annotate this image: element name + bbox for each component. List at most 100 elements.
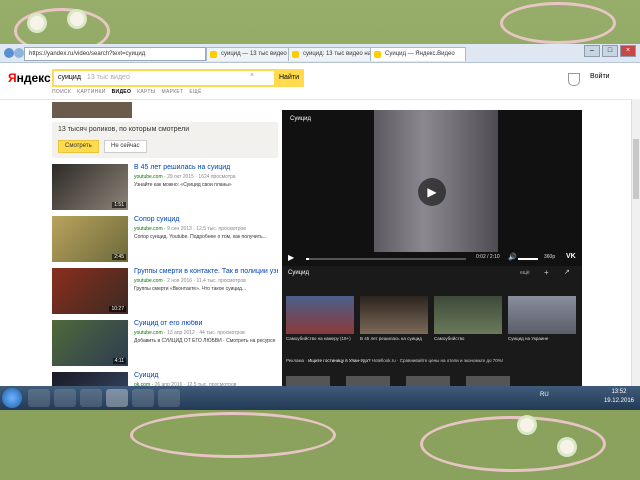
clock[interactable]: 13:52 19.12.2016 [604,388,634,406]
video-meta: youtube.com · 2 ноя 2016 · 11,4 тыс. про… [134,278,246,284]
list-item[interactable]: 1:51 В 45 лет решилась на суицид youtube… [52,164,278,216]
time-display: 0:02 / 2:10 [476,254,500,260]
clear-search-icon[interactable]: × [250,72,254,79]
video-title[interactable]: Суицид [134,372,278,379]
video-meta: youtube.com · 29 окт 2015 · 1624 просмот… [134,174,236,180]
services-nav: ПОИСК КАРТИНКИ ВИДЕО КАРТЫ МАРКЕТ ЕЩЁ [52,89,202,95]
video-thumbnail[interactable]: 1:51 [52,164,128,210]
filter-title: 13 тысяч роликов, по которым смотрели [58,126,190,133]
search-placeholder: 13 тыс видео [86,74,130,81]
service-market[interactable]: МАРКЕТ [161,89,183,95]
folder-taskbar-icon[interactable] [54,389,76,407]
decorative-flower [70,12,84,26]
related-card[interactable]: Суицид на Украине [508,296,576,348]
list-item[interactable]: 10:27 Группы смерти в контакте. Так в по… [52,268,278,320]
related-thumbnail[interactable] [360,296,428,334]
player-controls: ▶ 0:02 / 2:10 🔊 360p VK [282,252,582,266]
word-taskbar-icon[interactable] [158,389,180,407]
search-input[interactable]: суицид 13 тыс видео [52,69,280,87]
service-more[interactable]: ЕЩЁ [189,89,201,95]
related-title[interactable]: Суицид на Украине [508,336,576,348]
video-meta: youtube.com · 9 сен 2013 · 12,5 тыс. про… [134,226,246,232]
related-thumbnail[interactable] [286,296,354,334]
related-title[interactable]: В 45 лет решилась на суицид [360,336,428,348]
decorative-swirl [420,416,606,472]
video-title[interactable]: Группы смерти в контакте. Так в полиции … [134,268,278,275]
minimize-button[interactable]: – [584,45,600,57]
tab-bar: https://yandex.ru/video/search?text=суиц… [0,44,640,63]
ad-label: Реклама [286,358,305,363]
address-bar[interactable]: https://yandex.ru/video/search?text=суиц… [24,47,206,61]
window-controls: – □ × [584,45,636,57]
start-button[interactable] [2,388,22,408]
service-images[interactable]: КАРТИНКИ [77,89,106,95]
powerpoint-taskbar-icon[interactable] [132,389,154,407]
video-player[interactable]: Суицид ▶ ▶ 0:02 / 2:10 🔊 360p VK [282,110,582,266]
ad-row[interactable]: Реклама · Ищите гостиницу в Улан-Удэ? Ho… [286,358,578,370]
decorative-flower [560,440,574,454]
decorative-swirl [130,412,336,458]
related-thumbnail[interactable] [508,296,576,334]
back-icon[interactable] [4,48,14,58]
list-item[interactable]: 2:45 Сопор суицид youtube.com · 9 сен 20… [52,216,278,268]
service-search[interactable]: ПОИСК [52,89,71,95]
add-icon[interactable]: + [544,268,549,277]
login-link[interactable]: Войти [590,73,610,80]
service-video[interactable]: ВИДЕО [112,89,132,95]
progress-bar[interactable] [306,258,466,260]
video-thumbnail[interactable]: 2:45 [52,216,128,262]
watch-button[interactable]: Смотреть [58,140,99,153]
tab-3[interactable]: Суицид — Яндекс.Видео [370,47,466,61]
play-icon[interactable]: ▶ [288,253,294,262]
language-indicator[interactable]: RU [540,392,549,398]
related-card[interactable]: Самоубийство на камеру (18+) [286,296,354,348]
video-thumbnail[interactable]: 4:11 [52,320,128,366]
shield-icon[interactable] [568,73,580,86]
related-heading: Суицид [288,270,309,276]
quality-selector[interactable]: 360p [544,254,555,260]
page-scrollbar[interactable] [631,99,640,399]
ie-taskbar-icon[interactable] [28,389,50,407]
yandex-header: Яндекс суицид 13 тыс видео × Найти ПОИСК … [0,63,640,100]
browser-taskbar-icon[interactable] [106,389,128,407]
forward-icon[interactable] [14,48,24,58]
decorative-swirl [500,2,616,44]
video-thumbnail[interactable] [52,102,132,118]
yandex-favicon-icon [374,51,381,58]
related-title[interactable]: Самоубийство [434,336,502,348]
scrollbar-thumb[interactable] [633,139,639,199]
taskbar: RU 13:52 19.12.2016 [0,386,640,410]
not-now-button[interactable]: Не сейчас [104,140,147,153]
related-card[interactable]: В 45 лет решилась на суицид [360,296,428,348]
video-title[interactable]: Суицид от его любви [134,320,278,327]
video-description: Добавить в СУИЦИД ОТ ЕГО ЛЮБВИ · Смотрет… [134,338,276,344]
ad-text: Hotellook.ru · Сравнивайте цены на отели… [371,358,504,363]
vk-share-icon[interactable]: VK [566,253,576,260]
service-maps[interactable]: КАРТЫ [137,89,155,95]
related-title[interactable]: Самоубийство на камеру (18+) [286,336,354,348]
volume-icon[interactable]: 🔊 [508,253,517,261]
play-button[interactable]: ▶ [418,178,446,206]
player-title: Суицид [290,116,311,122]
video-meta: youtube.com · 13 апр 2012 · 44 тыс. прос… [134,330,245,336]
maximize-button[interactable]: □ [602,45,618,57]
more-link[interactable]: ещё [520,270,530,276]
share-icon[interactable]: ↗ [564,268,570,276]
yandex-logo[interactable]: Яндекс [8,71,51,85]
close-button[interactable]: × [620,45,636,57]
related-thumbnail[interactable] [434,296,502,334]
media-taskbar-icon[interactable] [80,389,102,407]
yandex-favicon-icon [292,51,299,58]
results-list: 13 тысяч роликов, по которым смотрели См… [52,102,278,410]
list-item[interactable]: 4:11 Суицид от его любви youtube.com · 1… [52,320,278,372]
search-button[interactable]: Найти [274,69,304,87]
progress-fill [306,258,310,260]
browser-window: https://yandex.ru/video/search?text=суиц… [0,44,640,410]
volume-slider[interactable] [518,258,538,260]
video-title[interactable]: В 45 лет решилась на суицид [134,164,278,171]
video-thumbnail[interactable]: 10:27 [52,268,128,314]
ad-title[interactable]: Ищите гостиницу в Улан-Удэ? [308,358,370,363]
decorative-flower [520,418,534,432]
related-card[interactable]: Самоубийство [434,296,502,348]
video-title[interactable]: Сопор суицид [134,216,278,223]
